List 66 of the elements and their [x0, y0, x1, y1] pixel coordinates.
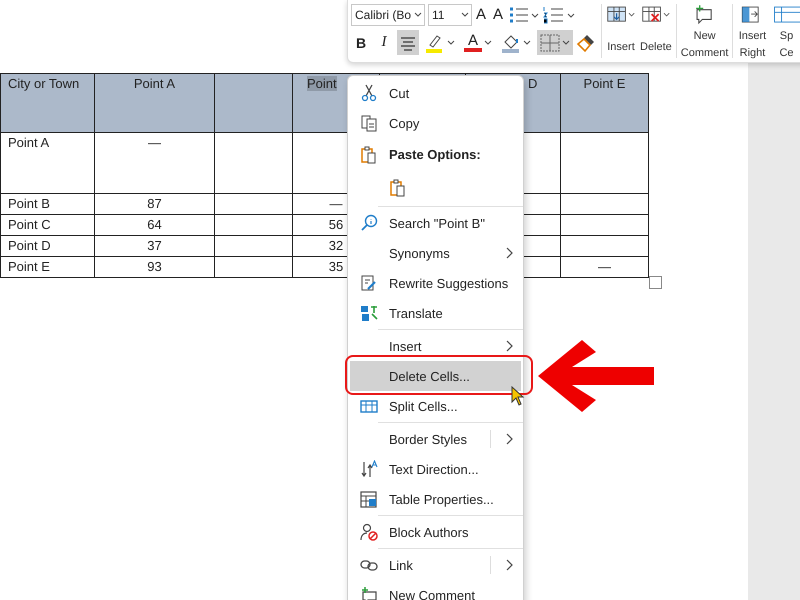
menu-item[interactable]: Insert: [350, 331, 521, 361]
bullets-icon[interactable]: [509, 6, 540, 24]
table-cell: —: [560, 256, 648, 278]
shrink-font-button[interactable]: A: [492, 6, 506, 23]
header-cell: Point E: [560, 74, 648, 132]
chevron-down-icon[interactable]: [461, 12, 469, 18]
menu-item[interactable]: Link: [350, 550, 521, 580]
table-properties-icon: [360, 490, 378, 508]
italic-button[interactable]: I: [374, 30, 394, 55]
table-cell: 93: [94, 256, 214, 278]
header-cell: Point A: [94, 74, 214, 132]
chevron-down-icon[interactable]: [484, 40, 492, 46]
table-cell: Point B: [0, 194, 94, 214]
table-cell: 37: [94, 236, 214, 256]
chevron-down-icon[interactable]: [414, 12, 422, 18]
copy-icon: [360, 114, 378, 132]
toolbar-button[interactable]: Insert Right: [735, 0, 770, 62]
comment-icon: [360, 586, 378, 600]
table-cell: Point C: [0, 214, 94, 236]
header-cell: City or Town: [0, 74, 94, 132]
search-icon: [360, 214, 378, 232]
menu-item[interactable]: Translate: [350, 298, 521, 328]
toolbar-button[interactable]: New Comment: [678, 0, 730, 62]
menu-item[interactable]: New Comment: [350, 580, 521, 600]
menu-item[interactable]: Split Cells...: [350, 391, 521, 421]
table-cell: 64: [94, 214, 214, 236]
table-cell: Point D: [0, 236, 94, 256]
table-cell: 87: [94, 194, 214, 214]
menu-header: Paste Options:: [389, 147, 482, 162]
clipboard-icon: [360, 146, 378, 164]
toolbar-button[interactable]: Insert: [604, 0, 638, 62]
text-direction-icon: [360, 460, 378, 478]
font-name-field[interactable]: Calibri (Bo: [351, 4, 425, 26]
align-center-icon: [400, 34, 416, 50]
pencil-document-icon: [360, 274, 378, 292]
menu-item[interactable]: Delete Cells...: [350, 361, 521, 391]
scissors-icon: [360, 84, 378, 102]
chevron-down-icon[interactable]: [447, 40, 455, 46]
highlighter-icon: [425, 32, 445, 52]
font-size-field[interactable]: 11: [428, 4, 472, 26]
person-blocked-icon: [360, 523, 378, 541]
table-resize-handle[interactable]: [649, 276, 662, 289]
menu-item[interactable]: Table Properties...: [350, 484, 521, 514]
translate-icon: [360, 304, 378, 322]
toolbar-button[interactable]: Delete: [638, 0, 674, 62]
menu-item[interactable]: Border Styles: [350, 424, 521, 454]
format-painter-icon[interactable]: [576, 32, 596, 52]
mouse-cursor-icon: [511, 386, 525, 406]
clipboard-icon: [389, 179, 407, 197]
table-cell: Point A: [0, 132, 94, 194]
align-center-button[interactable]: [397, 30, 419, 55]
bold-button[interactable]: B: [351, 30, 371, 55]
toolbar-button[interactable]: Sp Ce: [769, 0, 800, 62]
menu-item[interactable]: Block Authors: [350, 517, 521, 547]
borders-button[interactable]: [537, 30, 573, 55]
chevron-down-icon[interactable]: [562, 40, 570, 46]
paint-bucket-icon: [501, 32, 521, 52]
table-cell: Point E: [0, 256, 94, 278]
menu-item[interactable]: Text Direction...: [350, 454, 521, 484]
grow-font-button[interactable]: A: [475, 6, 490, 23]
table-cell: —: [94, 132, 214, 194]
borders-icon: [540, 34, 560, 52]
numbering-icon[interactable]: [542, 6, 576, 24]
paste-keep-formatting-button[interactable]: [389, 179, 407, 197]
font-color-button[interactable]: A: [461, 30, 495, 55]
chevron-down-icon[interactable]: [523, 40, 531, 46]
